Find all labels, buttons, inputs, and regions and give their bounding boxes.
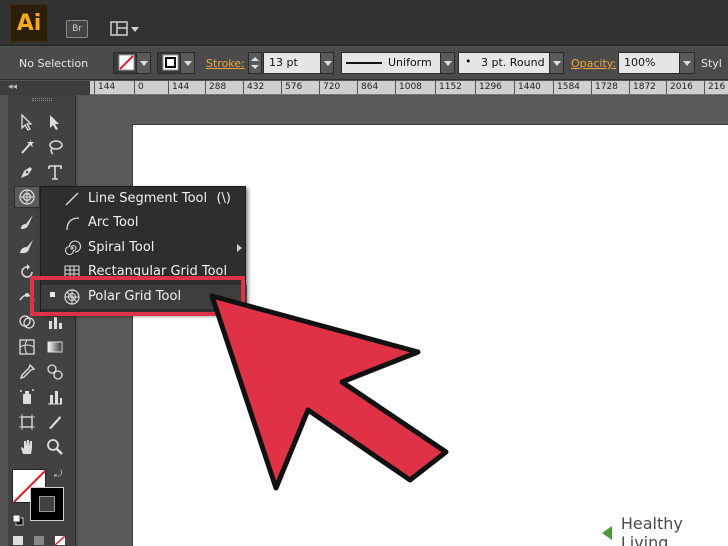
healthy-living-logo-icon bbox=[602, 526, 612, 540]
watermark: Healthy Living bbox=[594, 514, 728, 546]
annotation-arrow-icon bbox=[209, 293, 449, 491]
watermark-text: Healthy Living bbox=[620, 514, 683, 546]
